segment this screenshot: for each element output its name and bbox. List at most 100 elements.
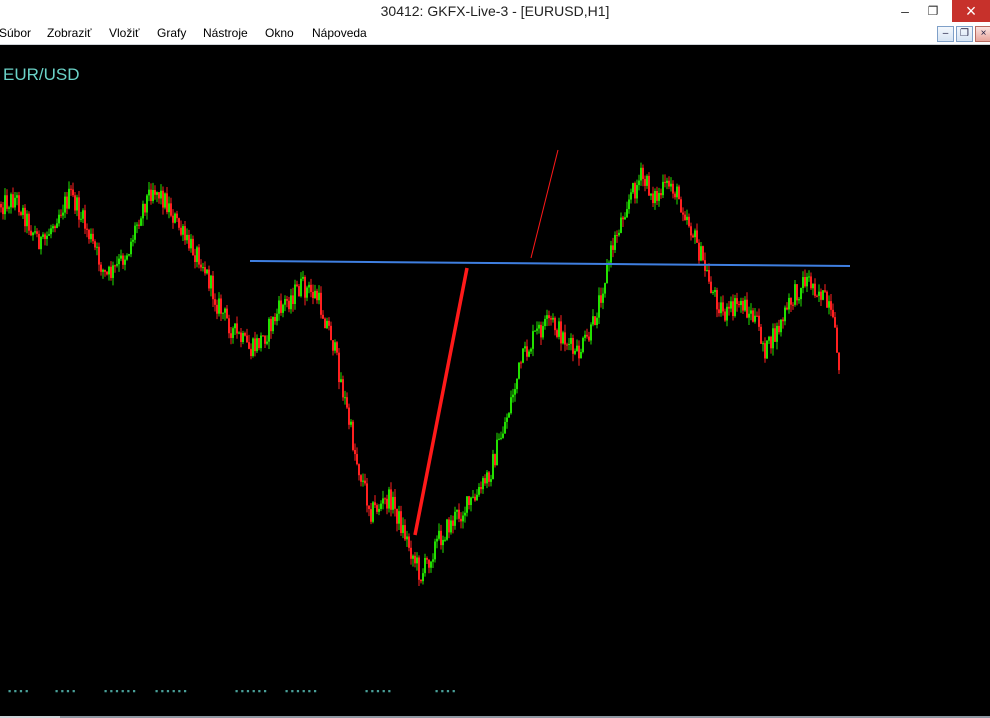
candle-body: [30, 230, 32, 236]
candle-body: [72, 189, 74, 196]
candle-body: [588, 336, 590, 341]
candle-body: [218, 298, 220, 314]
candle-body: [616, 235, 618, 237]
menu-file[interactable]: Súbor: [0, 22, 31, 44]
candle-body: [424, 557, 426, 574]
candle-body: [308, 284, 310, 288]
candle-body: [660, 193, 662, 196]
chart-minimize-button[interactable]: –: [937, 26, 954, 42]
candle-body: [384, 498, 386, 500]
candle-body: [156, 192, 158, 195]
candle-body: [736, 298, 738, 305]
candle-body: [168, 203, 170, 213]
candle-body: [722, 302, 724, 312]
candle-body: [234, 323, 236, 329]
candle-body: [466, 496, 468, 513]
candle-body: [108, 266, 110, 275]
candle-body: [698, 242, 700, 261]
candle-body: [584, 334, 586, 338]
candle-body: [478, 487, 480, 495]
candle-body: [806, 276, 808, 287]
candle-body: [448, 519, 450, 533]
candle-body: [224, 308, 226, 313]
candle-body: [474, 496, 476, 501]
candle-body: [230, 333, 232, 338]
candle-body: [832, 309, 834, 318]
window-close-button[interactable]: ×: [952, 0, 990, 22]
candle-body: [768, 336, 770, 341]
candle-body: [692, 235, 694, 238]
candle-body: [104, 269, 106, 272]
candle-body: [624, 217, 626, 220]
candle-body: [4, 195, 6, 215]
candle-body: [158, 192, 160, 199]
candle-body: [288, 300, 290, 310]
menu-charts[interactable]: Grafy: [157, 22, 186, 44]
candle-body: [268, 318, 270, 342]
candle-body: [550, 318, 552, 320]
candle-body: [456, 509, 458, 512]
candle-body: [558, 321, 560, 337]
candle-body: [118, 258, 120, 265]
menu-help[interactable]: Nápoveda: [312, 22, 367, 44]
price-chart[interactable]: EUR/USD ▪ ▪ ▪ ▪ ▪ ▪ ▪ ▪ ▪ ▪ ▪ ▪ ▪ ▪ ▪ ▪ …: [0, 45, 990, 717]
candle-body: [672, 183, 674, 194]
candle-body: [36, 231, 38, 234]
candle-body: [594, 316, 596, 325]
candle-body: [792, 304, 794, 306]
candle-body: [254, 338, 256, 352]
candle-body: [122, 255, 124, 265]
candle-body: [582, 337, 584, 353]
candle-body: [602, 293, 604, 303]
candle-body: [100, 264, 102, 272]
candle-body: [662, 181, 664, 196]
menu-tools[interactable]: Nástroje: [203, 22, 248, 44]
candle-body: [320, 292, 322, 315]
candle-body: [256, 338, 258, 352]
chart-restore-button[interactable]: ❐: [956, 26, 973, 42]
candle-body: [764, 343, 766, 359]
candle-body: [780, 319, 782, 333]
candle-body: [352, 421, 354, 450]
candle-body: [612, 245, 614, 250]
candle-body: [10, 194, 12, 208]
chart-canvas[interactable]: [0, 45, 990, 717]
window-titlebar: 30412: GKFX-Live-3 - [EURUSD,H1]: [0, 0, 990, 22]
candle-body: [348, 407, 350, 425]
candle-body: [754, 315, 756, 322]
candle-body: [568, 343, 570, 345]
candle-body: [520, 362, 522, 364]
candle-body: [22, 207, 24, 215]
menu-insert[interactable]: Vložiť: [109, 22, 140, 44]
candle-body: [460, 518, 462, 522]
candle-body: [144, 203, 146, 213]
candle-body: [518, 362, 520, 379]
candle-body: [630, 192, 632, 200]
candle-body: [476, 494, 478, 501]
candle-body: [152, 190, 154, 202]
candle-body: [502, 433, 504, 438]
candle-body: [406, 536, 408, 540]
candle-body: [62, 212, 64, 216]
candle-body: [562, 332, 564, 344]
chart-close-button[interactable]: ×: [975, 26, 990, 42]
window-minimize-button[interactable]: –: [890, 0, 920, 22]
candle-body: [708, 270, 710, 282]
candle-body: [282, 304, 284, 313]
candle-body: [718, 309, 720, 314]
horizontal-line: [249, 260, 851, 267]
candle-body: [198, 247, 200, 265]
candle-body: [532, 331, 534, 349]
candle-body: [250, 348, 252, 357]
candle-body: [96, 246, 98, 248]
candle-body: [90, 233, 92, 240]
candle-body: [814, 283, 816, 296]
candle-body: [414, 555, 416, 564]
candle-body: [206, 269, 208, 274]
menu-view[interactable]: Zobraziť: [47, 22, 92, 44]
menu-window[interactable]: Okno: [265, 22, 294, 44]
candle-body: [24, 207, 26, 227]
candle-body: [510, 397, 512, 414]
window-restore-button[interactable]: ❐: [918, 0, 948, 22]
candle-body: [496, 439, 498, 466]
